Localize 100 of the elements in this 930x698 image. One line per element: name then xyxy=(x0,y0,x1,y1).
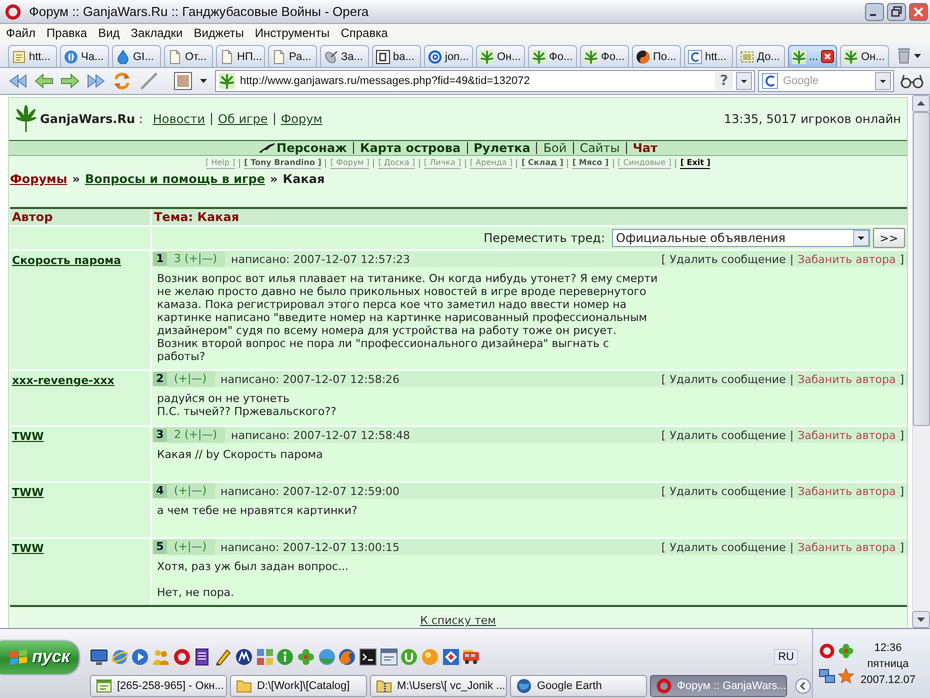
browser-tab[interactable]: Фо... xyxy=(528,45,577,67)
thumbnail-icon[interactable] xyxy=(174,72,192,90)
nav-link[interactable]: Персонаж xyxy=(276,141,347,155)
browser-tab[interactable]: GI... xyxy=(112,45,161,67)
ban-link[interactable]: Забанить автора xyxy=(798,252,896,266)
close-icon[interactable] xyxy=(821,50,834,63)
sphere-icon[interactable] xyxy=(318,648,336,666)
author-link[interactable]: Скорость парома xyxy=(12,254,122,267)
nav-link[interactable]: Карта острова xyxy=(360,141,461,155)
taskbar-button[interactable]: Google Earth xyxy=(510,675,647,697)
nav-link[interactable]: Сайты xyxy=(580,141,620,155)
glasses-icon[interactable] xyxy=(900,73,924,89)
browser-tab[interactable]: Он... xyxy=(476,45,525,67)
author-link[interactable]: TWW xyxy=(12,486,44,499)
disc-icon[interactable] xyxy=(400,648,418,666)
language-indicator[interactable]: RU xyxy=(774,649,798,665)
tiles-icon[interactable] xyxy=(256,648,274,666)
quick-link[interactable]: [ Exit ] xyxy=(680,158,710,168)
back-icon[interactable] xyxy=(34,73,54,89)
browser-tab[interactable]: jon... xyxy=(424,45,473,67)
dropdown-button[interactable] xyxy=(875,72,891,90)
back-link[interactable]: К списку тем xyxy=(420,614,496,627)
browser-tab[interactable]: До... xyxy=(736,45,785,67)
minimize-button[interactable] xyxy=(865,2,884,20)
flower-icon[interactable] xyxy=(838,643,854,659)
caret-icon[interactable] xyxy=(914,54,921,58)
browser-tab[interactable]: ba... xyxy=(372,45,421,67)
dropdown-button[interactable] xyxy=(853,230,869,246)
browser-tab[interactable]: По... xyxy=(632,45,681,67)
diamond-icon[interactable] xyxy=(442,648,460,666)
menu-item[interactable]: Вид xyxy=(93,26,126,40)
browser-tab[interactable]: НП... xyxy=(216,45,265,67)
window-icon[interactable] xyxy=(380,648,398,666)
nav-link[interactable]: Рулетка xyxy=(474,141,530,155)
menu-item[interactable]: Справка xyxy=(336,26,394,40)
delete-link[interactable]: Удалить сообщение xyxy=(670,252,786,266)
flower-icon[interactable] xyxy=(296,648,315,666)
network-icon[interactable] xyxy=(819,668,835,684)
taskbar-button[interactable]: D:\[Work]\[Catalog] xyxy=(230,675,367,697)
breadcrumb-link[interactable]: Форумы xyxy=(10,172,68,186)
taskbar-button[interactable]: M:\Users\[ vc_Jonik ... xyxy=(370,675,507,697)
ban-link[interactable]: Забанить автора xyxy=(798,484,896,498)
rewind-icon[interactable] xyxy=(8,73,28,89)
forward-icon[interactable] xyxy=(60,73,80,89)
browser-tab[interactable]: htt... xyxy=(684,45,733,67)
ban-link[interactable]: Забанить автора xyxy=(798,428,896,442)
caret-icon[interactable] xyxy=(200,79,207,83)
scroll-down-button[interactable] xyxy=(912,611,930,628)
restore-button[interactable] xyxy=(887,2,906,20)
quick-link[interactable]: [ Мясо ] xyxy=(572,158,609,168)
browser-tab[interactable]: За... xyxy=(320,45,369,67)
reload-icon[interactable] xyxy=(112,71,132,91)
delete-link[interactable]: Удалить сообщение xyxy=(670,428,786,442)
taskbar-button[interactable]: [265-258-965] - Окн... xyxy=(90,675,227,697)
ban-link[interactable]: Забанить автора xyxy=(798,540,896,554)
dropdown-button[interactable] xyxy=(736,72,752,90)
emblem-icon[interactable] xyxy=(234,648,253,666)
star-icon[interactable] xyxy=(838,668,854,684)
pencil-icon[interactable] xyxy=(214,648,232,666)
quick-link[interactable]: [ Склад ] xyxy=(521,158,564,168)
menu-item[interactable]: Правка xyxy=(42,26,94,40)
nav-link[interactable]: Бой xyxy=(543,141,567,155)
browser-tab[interactable]: От... xyxy=(164,45,213,67)
header-link[interactable]: Новости xyxy=(152,112,206,126)
info-icon[interactable] xyxy=(276,648,294,666)
help-button[interactable]: ? xyxy=(715,72,733,90)
header-link[interactable]: Об игре xyxy=(218,112,268,126)
delete-link[interactable]: Удалить сообщение xyxy=(670,540,786,554)
menu-item[interactable]: Инструменты xyxy=(250,26,336,40)
browser-tab[interactable]: Ча... xyxy=(60,45,109,67)
scrollbar-thumb[interactable] xyxy=(913,112,930,426)
menu-item[interactable]: Закладки xyxy=(126,26,189,40)
browser-tab[interactable]: ... xyxy=(788,45,837,67)
ban-link[interactable]: Забанить автора xyxy=(798,372,896,386)
author-link[interactable]: TWW xyxy=(12,430,44,443)
menu-item[interactable]: Виджеты xyxy=(188,26,250,40)
browser-tab[interactable]: Ра... xyxy=(268,45,317,67)
browser-tab[interactable]: Он... xyxy=(840,45,889,67)
browser-tab[interactable]: htt... xyxy=(8,45,57,67)
browser-tab[interactable]: Фо... xyxy=(580,45,629,67)
monitor-icon[interactable] xyxy=(90,648,108,666)
close-button[interactable] xyxy=(909,2,928,20)
fire-ball-icon[interactable] xyxy=(338,648,356,666)
author-link[interactable]: xxx-revenge-xxx xyxy=(12,374,114,387)
author-link[interactable]: TWW xyxy=(12,542,44,555)
scroll-up-button[interactable] xyxy=(912,95,930,112)
breadcrumb-link[interactable]: Вопросы и помощь в игре xyxy=(84,172,266,186)
header-link[interactable]: Форум xyxy=(280,112,322,126)
quick-link[interactable]: [ Tony Brandino ] xyxy=(244,158,322,168)
ring-icon[interactable] xyxy=(819,643,835,659)
move-button[interactable]: >> xyxy=(873,228,905,248)
chevron-icon[interactable] xyxy=(795,678,811,694)
delete-link[interactable]: Удалить сообщение xyxy=(670,484,786,498)
delete-link[interactable]: Удалить сообщение xyxy=(670,372,786,386)
menu-item[interactable]: Файл xyxy=(1,26,42,40)
bus-icon[interactable] xyxy=(462,648,480,666)
sheet-icon[interactable] xyxy=(193,648,212,666)
fast-forward-icon[interactable] xyxy=(86,73,106,89)
nav-link[interactable]: Чат xyxy=(632,141,658,155)
ring-icon[interactable] xyxy=(172,648,191,666)
